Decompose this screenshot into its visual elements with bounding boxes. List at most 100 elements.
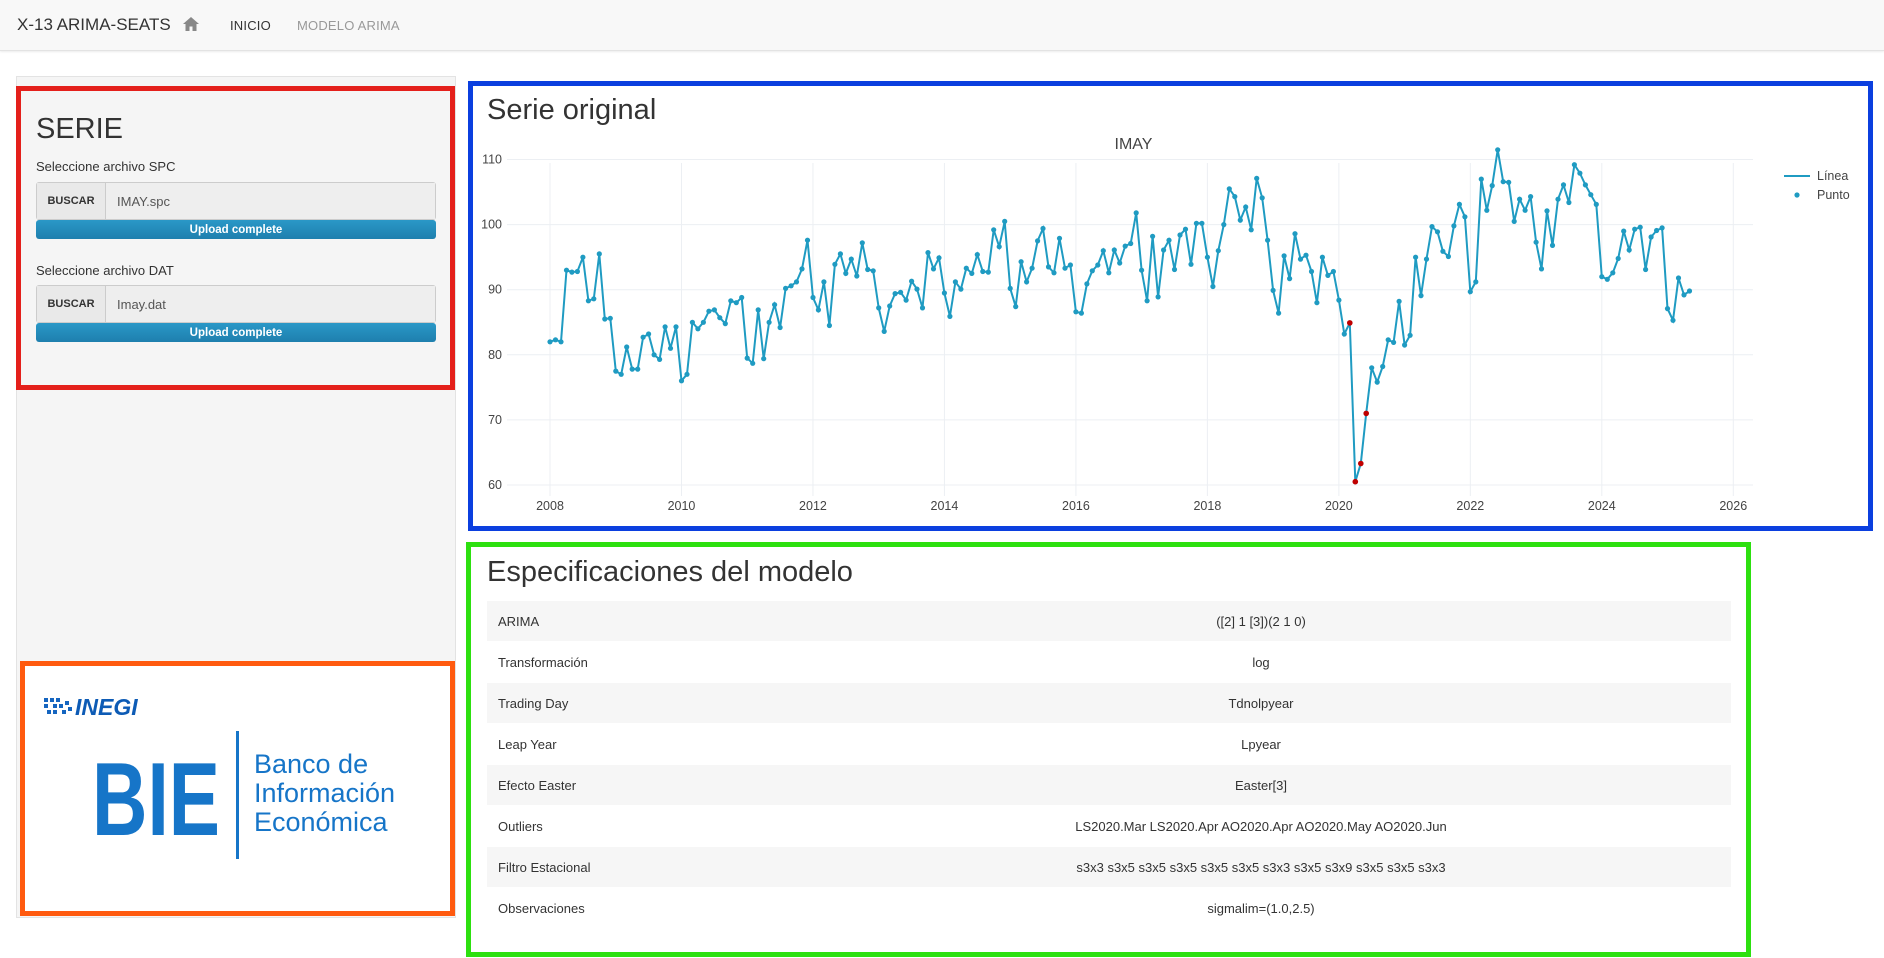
series-point xyxy=(1161,247,1167,253)
series-point xyxy=(1654,227,1660,234)
series-point xyxy=(777,324,783,331)
series-point xyxy=(1297,256,1304,262)
series-point xyxy=(1182,226,1189,232)
series-point xyxy=(755,307,761,313)
series-point xyxy=(1391,339,1397,345)
series-point xyxy=(1002,218,1008,224)
series-point xyxy=(739,294,745,301)
series-point xyxy=(1533,239,1539,245)
series-point xyxy=(1621,228,1627,234)
series-point xyxy=(1538,266,1545,272)
spc-progress-text: Upload complete xyxy=(36,220,436,239)
series-point xyxy=(1511,218,1517,224)
nav-tab-modelo-arima[interactable]: MODELO ARIMA xyxy=(297,18,400,33)
x-tick-label: 2014 xyxy=(931,499,959,513)
series-point xyxy=(574,268,580,275)
series-point xyxy=(1035,238,1041,244)
dat-progress-text: Upload complete xyxy=(36,323,436,342)
dat-file-name[interactable]: Imay.dat xyxy=(106,286,435,322)
series-point xyxy=(1675,275,1682,281)
series-point xyxy=(1637,224,1643,230)
spec-value: Easter[3] xyxy=(791,764,1731,806)
specs-table: ARIMA ([2] 1 [3])(2 1 0) Transformación log… xyxy=(487,600,1731,929)
series-point xyxy=(1040,225,1046,232)
series-point xyxy=(1062,265,1068,271)
series-point xyxy=(826,322,832,329)
series-point xyxy=(892,291,898,297)
series-point xyxy=(925,250,931,256)
spc-browse-button[interactable]: BUSCAR xyxy=(37,183,106,219)
series-point xyxy=(1128,240,1134,247)
nav-tab-inicio[interactable]: INICIO xyxy=(230,18,271,33)
dat-file-input[interactable]: BUSCAR Imay.dat xyxy=(36,285,436,323)
series-point xyxy=(952,279,958,285)
series-point xyxy=(914,286,920,292)
series-point xyxy=(667,345,674,351)
series-point xyxy=(837,251,843,257)
series-point xyxy=(1319,254,1325,260)
series-point xyxy=(569,269,575,275)
outlier-point xyxy=(1352,478,1359,485)
series-point xyxy=(963,265,969,271)
series-point xyxy=(585,298,591,304)
y-tick-label: 60 xyxy=(488,478,502,492)
spec-value: Lpyear xyxy=(791,723,1731,765)
series-point xyxy=(1254,175,1260,181)
serie-original-chart[interactable]: IMAY 2008 2010 2012 2014 2016 2018 2020 2022 2024… xyxy=(478,128,1863,523)
spec-label: ARIMA xyxy=(487,600,791,642)
spc-file-name[interactable]: IMAY.spc xyxy=(106,183,435,219)
series-point xyxy=(1166,237,1172,243)
outlier-point xyxy=(1363,410,1369,417)
series-point xyxy=(1396,298,1402,304)
y-tick-label: 110 xyxy=(482,153,502,167)
series-point xyxy=(1571,162,1577,168)
outlier-point xyxy=(1358,460,1364,467)
spec-value: log xyxy=(791,641,1731,683)
dat-upload-progress: Upload complete xyxy=(36,323,436,342)
y-tick-label: 90 xyxy=(488,283,502,297)
series-point xyxy=(1281,253,1287,259)
series-point xyxy=(1407,332,1413,338)
series-point xyxy=(859,240,865,246)
series-point xyxy=(1577,170,1583,176)
series-point xyxy=(1177,232,1183,238)
home-icon[interactable] xyxy=(182,16,200,32)
dat-browse-button[interactable]: BUSCAR xyxy=(37,286,106,322)
spec-value: Tdnolpyear xyxy=(791,682,1731,724)
series-point xyxy=(1314,300,1320,306)
series-point xyxy=(941,290,947,296)
serie-title: SERIE xyxy=(36,113,124,145)
series-point xyxy=(1007,285,1013,291)
series-point xyxy=(1133,210,1139,216)
series-point xyxy=(832,261,838,267)
spc-file-input[interactable]: BUSCAR IMAY.spc xyxy=(36,182,436,220)
series-point xyxy=(695,326,701,332)
series-point xyxy=(1221,222,1227,228)
series-point xyxy=(1265,237,1271,243)
series-point xyxy=(1473,279,1479,285)
x-tick-label: 2016 xyxy=(1062,499,1090,513)
series-point xyxy=(1248,227,1254,233)
series-point xyxy=(1067,262,1073,268)
bie-line-1: Banco de xyxy=(254,749,368,779)
series-point xyxy=(1467,289,1473,295)
spc-file-label: Seleccione archivo SPC xyxy=(36,159,176,174)
series-point xyxy=(711,307,717,313)
series-point xyxy=(635,366,641,372)
series-point xyxy=(1369,365,1375,371)
series-point xyxy=(1445,253,1451,260)
x-tick-label: 2020 xyxy=(1325,499,1353,513)
series-point xyxy=(1555,196,1561,202)
series-point xyxy=(1243,204,1249,210)
brand-title[interactable]: X-13 ARIMA-SEATS xyxy=(17,15,171,35)
series-point xyxy=(788,283,794,289)
series-point xyxy=(1664,306,1671,312)
series-point xyxy=(1429,224,1435,230)
bie-line-2: Información xyxy=(254,778,395,808)
spec-row: Outliers LS2020.Mar LS2020.Apr AO2020.Apr… xyxy=(487,805,1731,847)
spec-value: LS2020.Mar LS2020.Apr AO2020.Apr AO2020.… xyxy=(791,805,1731,847)
series-point xyxy=(1325,272,1331,278)
spec-label: Observaciones xyxy=(487,887,791,929)
series-point xyxy=(1292,231,1298,237)
series-point xyxy=(563,267,570,273)
